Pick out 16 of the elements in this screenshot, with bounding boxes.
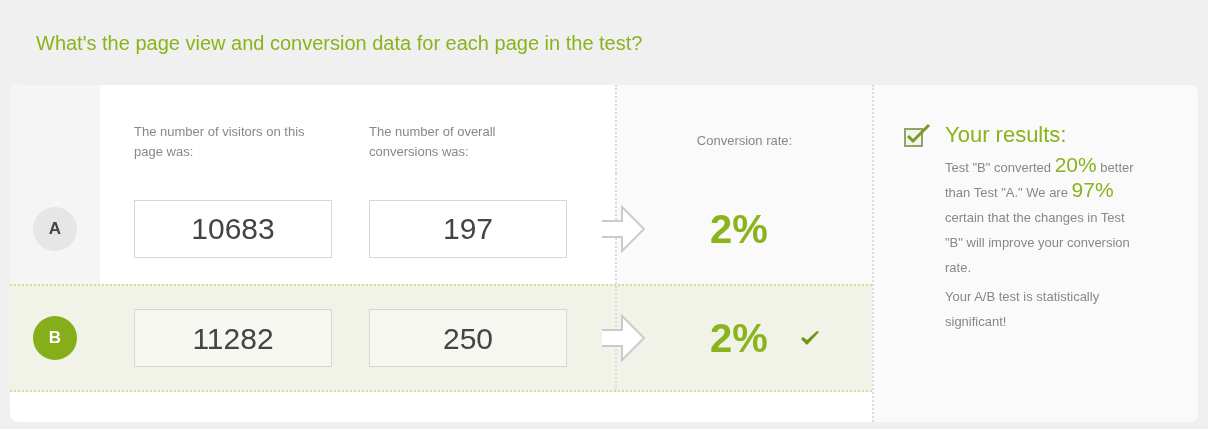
page-title: What's the page view and conversion data for each page in the test? bbox=[35, 31, 644, 56]
results-summary: Test "B" converted 20% better than Test "A." We are 97% certain that the changes in Test "B" will improve your conversion rate. bbox=[945, 155, 1135, 277]
visitors-field[interactable]: 10683 bbox=[134, 199, 332, 258]
results-heading: Your results: bbox=[945, 121, 1067, 149]
arrow-icon bbox=[600, 313, 646, 363]
variant-badge: A bbox=[33, 206, 77, 251]
conversion-rate: 2% bbox=[710, 315, 768, 362]
conversion-rate: 2% bbox=[710, 205, 768, 253]
column-label: The number of visitors on this page was: bbox=[134, 123, 306, 161]
column-label: Conversion rate: bbox=[696, 132, 793, 149]
variant-badge: B bbox=[33, 316, 77, 360]
column-label: The number of overall conversions was: bbox=[369, 123, 497, 161]
conversions-field[interactable]: 250 bbox=[369, 309, 567, 367]
results-verdict: Your A/B test is statistically significant! bbox=[945, 288, 1101, 331]
visitors-field[interactable]: 11282 bbox=[134, 309, 332, 367]
conversions-field[interactable]: 197 bbox=[369, 199, 567, 258]
